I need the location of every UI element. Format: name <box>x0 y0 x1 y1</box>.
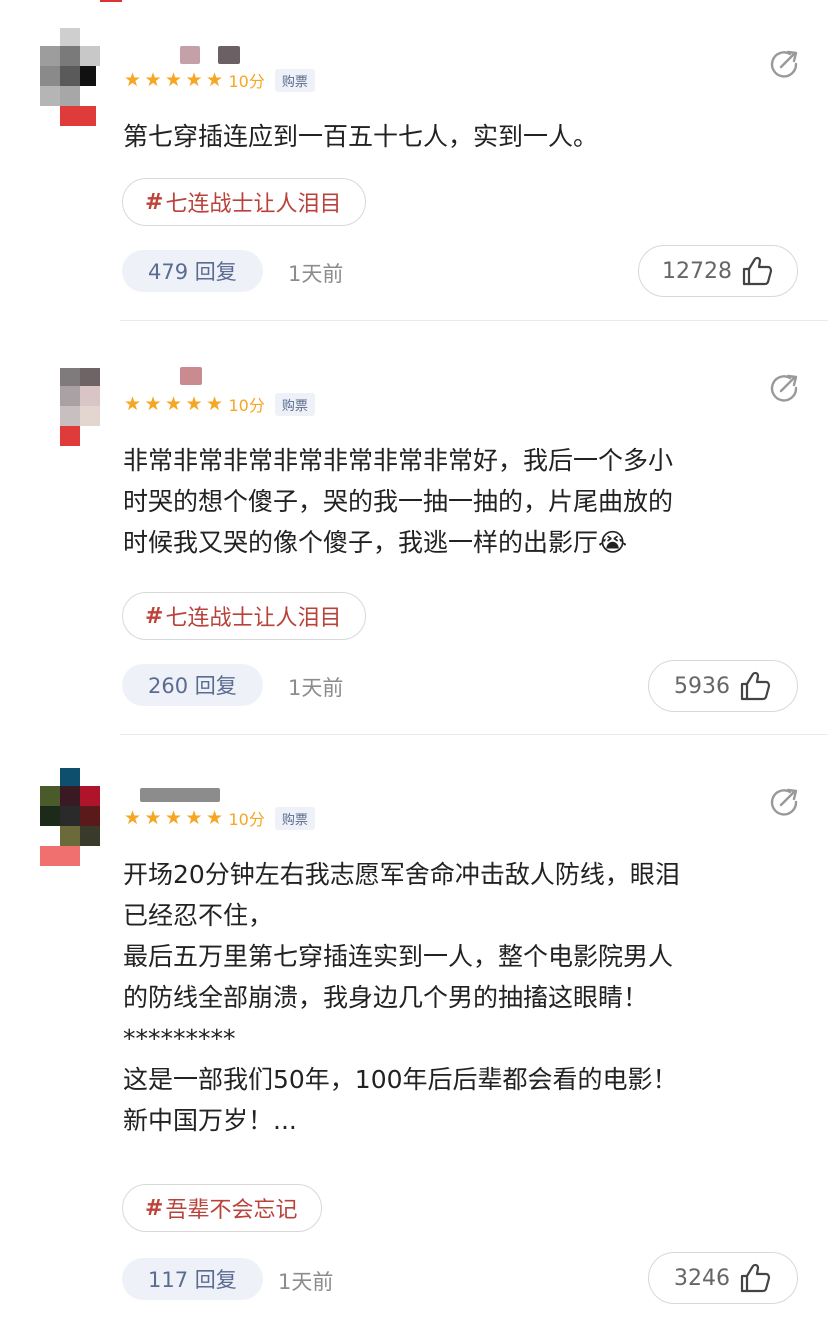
star-icon: ★ <box>185 807 203 829</box>
avatar[interactable] <box>40 768 102 868</box>
share-icon[interactable] <box>768 48 800 80</box>
divider <box>120 734 828 735</box>
star-icon: ★ <box>206 807 224 829</box>
rating-stars: ★ ★ ★ ★ ★ <box>124 808 227 828</box>
timestamp: 1天前 <box>288 262 344 286</box>
like-count: 12728 <box>662 258 732 284</box>
star-icon: ★ <box>165 807 183 829</box>
star-icon: ★ <box>165 393 183 415</box>
share-icon[interactable] <box>768 372 800 404</box>
avatar[interactable] <box>40 368 102 448</box>
like-count: 3246 <box>674 1265 730 1291</box>
star-icon: ★ <box>124 807 142 829</box>
hash-icon: # <box>145 189 164 215</box>
star-icon: ★ <box>206 69 224 91</box>
rating-score: 10分 <box>228 72 265 91</box>
star-icon: ★ <box>185 69 203 91</box>
ticket-badge: 购票 <box>274 806 315 830</box>
like-button[interactable]: 3246 <box>648 1252 798 1304</box>
timestamp: 1天前 <box>278 1270 334 1294</box>
rating-score: 10分 <box>228 810 265 829</box>
topic-tag[interactable]: # 七连战士让人泪目 <box>122 178 367 226</box>
ticket-badge: 购票 <box>274 392 315 416</box>
username-blurred <box>218 46 240 64</box>
star-icon: ★ <box>144 393 162 415</box>
rating-row: ★ ★ ★ ★ ★ 10分 购票 <box>124 392 315 416</box>
star-icon: ★ <box>165 69 183 91</box>
star-icon: ★ <box>185 393 203 415</box>
star-icon: ★ <box>124 393 142 415</box>
hash-icon: # <box>145 603 164 629</box>
topic-tag-label: 七连战士让人泪目 <box>165 606 342 631</box>
divider <box>120 320 828 321</box>
rating-stars: ★ ★ ★ ★ ★ <box>124 394 227 414</box>
username-blurred <box>140 788 220 802</box>
comment-text: 非常非常非常非常非常非常非常好，我后一个多小 时哭的想个傻子，哭的我一抽一抽的，… <box>123 446 674 557</box>
like-count: 5936 <box>674 673 730 699</box>
topic-tag[interactable]: # 吾辈不会忘记 <box>122 1184 323 1232</box>
star-icon: ★ <box>144 807 162 829</box>
thumbs-up-icon <box>742 256 773 286</box>
username-blurred <box>180 367 202 385</box>
thumbs-up-icon <box>740 1263 771 1293</box>
star-icon: ★ <box>206 393 224 415</box>
share-icon[interactable] <box>768 786 800 818</box>
comment-text: 第七穿插连应到一百五十七人，实到一人。 <box>123 122 599 151</box>
star-icon: ★ <box>144 69 162 91</box>
hash-icon: # <box>145 1195 164 1221</box>
star-icon: ★ <box>124 69 142 91</box>
rating-score: 10分 <box>228 396 265 415</box>
comment-text: 开场20分钟左右我志愿军舍命冲击敌人防线，眼泪 已经忍不住， 最后五万里第七穿插… <box>123 860 680 1135</box>
topic-tag[interactable]: # 七连战士让人泪目 <box>122 592 367 640</box>
comment-card: ★ ★ ★ ★ ★ 10分 购票 第七穿插连应到一百五十七人，实到一人。 # 七… <box>0 0 828 321</box>
reply-button[interactable]: 117 回复 <box>122 1258 263 1300</box>
like-button[interactable]: 12728 <box>638 245 798 297</box>
rating-row: ★ ★ ★ ★ ★ 10分 购票 <box>124 68 315 92</box>
reply-button[interactable]: 479 回复 <box>122 250 263 292</box>
timestamp: 1天前 <box>288 676 344 700</box>
rating-stars: ★ ★ ★ ★ ★ <box>124 70 227 90</box>
ticket-badge: 购票 <box>274 68 315 92</box>
like-button[interactable]: 5936 <box>648 660 798 712</box>
avatar[interactable] <box>40 28 102 126</box>
username-blurred <box>180 46 200 64</box>
reply-button[interactable]: 260 回复 <box>122 664 263 706</box>
topic-tag-label: 七连战士让人泪目 <box>165 192 342 217</box>
rating-row: ★ ★ ★ ★ ★ 10分 购票 <box>124 806 315 830</box>
thumbs-up-icon <box>740 671 771 701</box>
topic-tag-label: 吾辈不会忘记 <box>165 1198 298 1223</box>
